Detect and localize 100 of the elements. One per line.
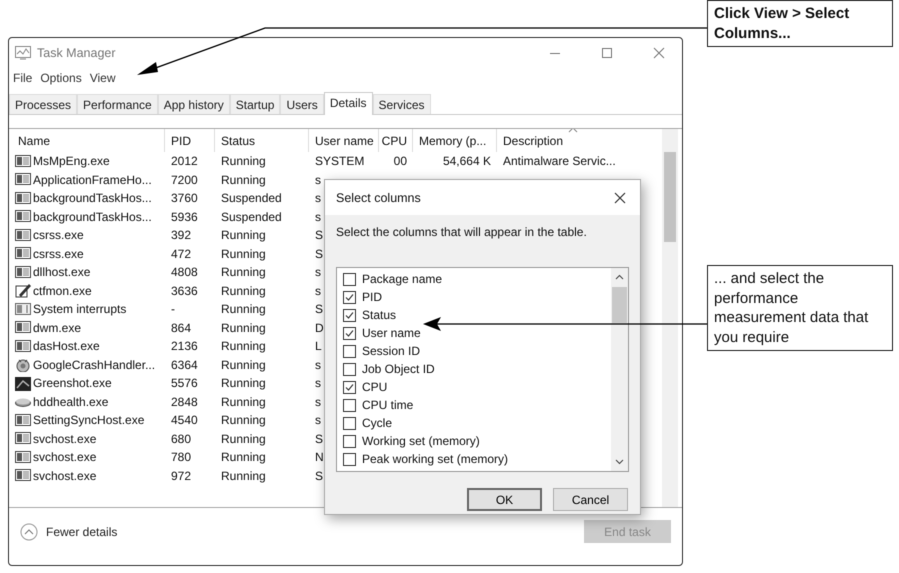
checkbox[interactable] <box>343 380 356 394</box>
table-cell: svchost.exe <box>33 450 96 464</box>
table-cell: 2136 <box>171 339 198 354</box>
table-cell: svchost.exe <box>33 432 96 446</box>
table-cell: s <box>315 191 321 206</box>
table-cell: S <box>315 468 324 483</box>
tab[interactable]: Services <box>372 94 431 114</box>
checkbox[interactable] <box>343 326 356 340</box>
checkbox[interactable] <box>343 434 356 448</box>
table-cell: Suspended <box>221 210 282 224</box>
checkbox-label[interactable]: Working set (memory) <box>362 434 480 448</box>
column-header[interactable]: CPU <box>378 129 412 152</box>
table-cell: 4808 <box>171 265 198 280</box>
tab[interactable]: Users <box>280 94 324 114</box>
table-cell: Running <box>221 432 266 446</box>
dialog-title: Select columns <box>336 190 422 204</box>
table-cell: System interrupts <box>33 302 126 316</box>
column-header[interactable]: Name <box>12 129 164 152</box>
table-cell: s <box>315 265 321 280</box>
checkbox-label[interactable]: PID <box>362 290 382 304</box>
checkbox[interactable] <box>343 290 356 304</box>
fewer-details-button[interactable]: Fewer details <box>20 522 118 540</box>
table-cell: 6364 <box>171 358 198 372</box>
table-cell: Antimalware Servic... <box>503 154 616 168</box>
menu-item[interactable]: File <box>11 71 38 85</box>
window-icon <box>15 338 31 354</box>
window-icon <box>15 264 31 280</box>
checkbox-label[interactable]: Job Object ID <box>362 362 435 376</box>
table-cell: 4540 <box>171 413 198 428</box>
table-cell: - <box>171 302 175 316</box>
checkbox-label[interactable]: CPU time <box>362 398 414 412</box>
table-cell: 972 <box>171 468 192 483</box>
table-cell: backgroundTaskHos... <box>33 210 152 224</box>
scroll-thumb[interactable] <box>664 152 676 242</box>
close-icon <box>653 47 665 59</box>
chevron-up-icon <box>20 522 38 540</box>
table-cell: svchost.exe <box>33 468 96 483</box>
table-cell: Running <box>221 468 266 483</box>
scroll-thumb[interactable] <box>612 287 627 323</box>
table-cell: Running <box>221 228 266 242</box>
table-cell: 7200 <box>171 172 198 187</box>
scrollbar[interactable] <box>611 268 628 471</box>
checkbox[interactable] <box>343 398 356 412</box>
tab[interactable]: Performance <box>77 94 158 114</box>
scroll-up-icon <box>615 274 624 280</box>
menu-item[interactable]: Options <box>38 71 88 85</box>
table-cell: ApplicationFrameHo... <box>33 172 152 187</box>
window-icon <box>15 172 31 188</box>
table-cell: S <box>315 246 324 261</box>
callout-text: ... and select the performance measurement data that you require <box>714 269 870 347</box>
column-header[interactable]: Status <box>214 129 308 152</box>
column-header[interactable]: PID <box>164 129 214 152</box>
table-cell: ctfmon.exe <box>33 284 92 298</box>
table-cell: Running <box>221 320 266 335</box>
checkbox[interactable] <box>343 272 356 286</box>
checkbox[interactable] <box>343 452 356 466</box>
table-cell: Running <box>221 358 266 372</box>
table-cell: 3760 <box>171 191 198 206</box>
table-cell: Greenshot.exe <box>33 376 112 390</box>
close-icon <box>614 192 626 204</box>
table-cell: Running <box>221 172 266 187</box>
checkbox-label[interactable]: CPU <box>362 380 388 394</box>
window-icon <box>15 246 31 262</box>
table-cell: S <box>315 302 324 316</box>
tab[interactable]: Details <box>324 92 372 115</box>
checkbox-label[interactable]: Peak working set (memory) <box>362 452 508 466</box>
checkbox[interactable] <box>343 308 356 322</box>
window-icon <box>15 302 31 317</box>
globe-icon <box>15 357 31 372</box>
callout-text: Click View > Select Columns... <box>714 4 850 43</box>
tab[interactable]: App history <box>158 94 230 114</box>
checkbox-label[interactable]: Session ID <box>362 344 420 358</box>
column-header[interactable]: Description <box>496 129 648 152</box>
window-icon <box>15 412 31 428</box>
scrollbar[interactable] <box>662 129 678 507</box>
checkbox[interactable] <box>343 416 356 430</box>
table-cell: S <box>315 228 324 242</box>
column-header[interactable]: Memory (p... <box>412 129 496 152</box>
table-cell: 780 <box>171 450 192 464</box>
window-title: Task Manager <box>37 46 116 60</box>
dialog-button[interactable]: OK <box>467 488 542 511</box>
table-cell: D <box>315 320 324 335</box>
checkbox[interactable] <box>343 362 356 376</box>
checkbox-label[interactable]: Status <box>362 308 396 322</box>
table-cell: s <box>315 376 321 390</box>
checkbox-label[interactable]: Cycle <box>362 416 392 430</box>
tab[interactable]: Startup <box>230 94 280 114</box>
table-cell: Running <box>221 154 266 168</box>
dialog-button[interactable]: Cancel <box>553 488 628 511</box>
window-icon <box>15 228 31 243</box>
checkbox[interactable] <box>343 344 356 358</box>
menu-item[interactable]: View <box>88 71 122 85</box>
table-cell: hddhealth.exe <box>33 394 108 409</box>
checkbox-label[interactable]: Package name <box>362 272 442 286</box>
maximize-icon <box>601 47 613 59</box>
tab[interactable]: Processes <box>9 94 78 114</box>
table-cell: GoogleCrashHandler... <box>33 358 156 372</box>
checkbox-label[interactable]: User name <box>362 326 421 340</box>
table-cell: 392 <box>171 228 192 242</box>
column-header[interactable]: User name <box>308 129 378 152</box>
